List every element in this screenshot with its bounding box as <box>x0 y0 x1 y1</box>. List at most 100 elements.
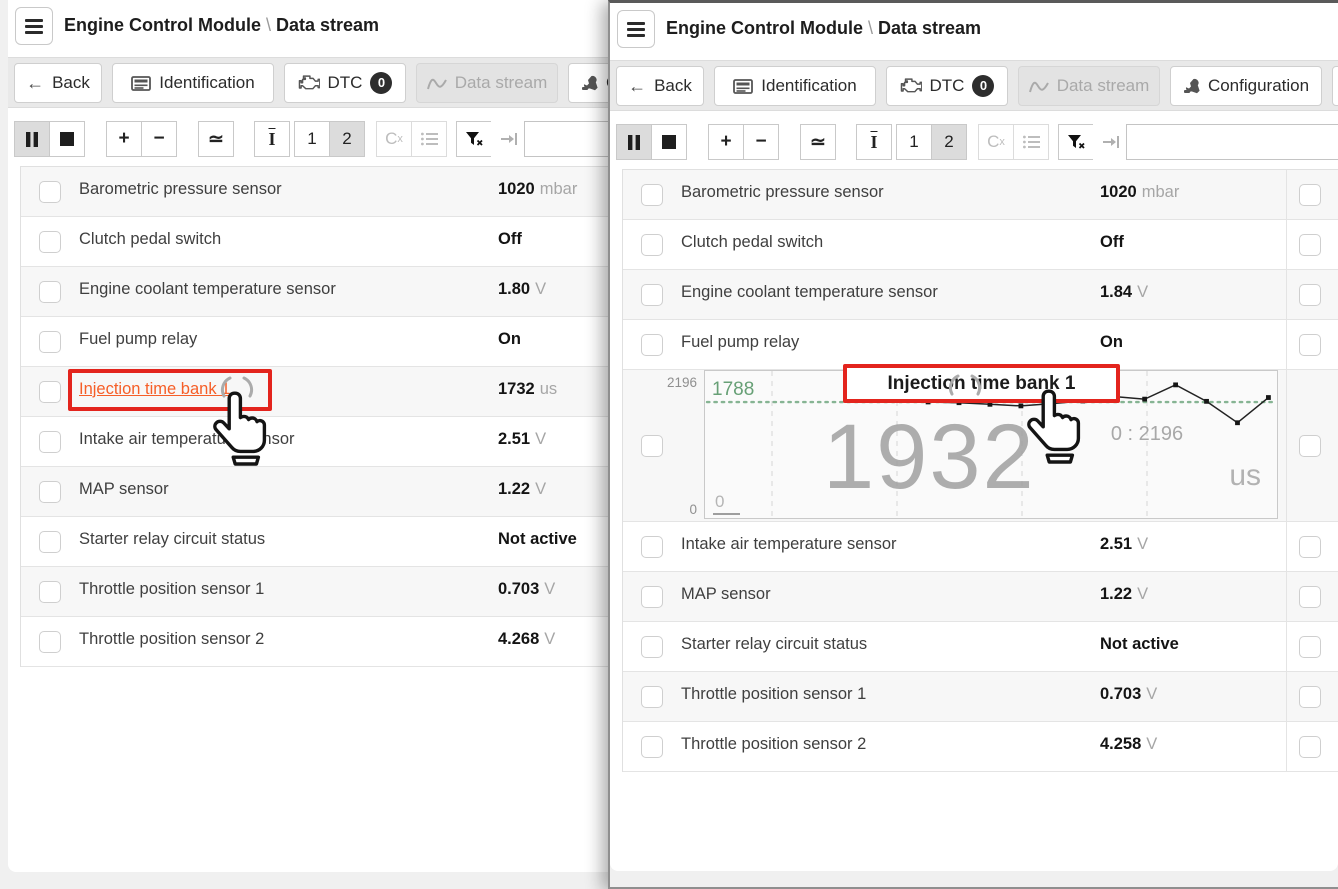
breadcrumb-separator: \ <box>863 18 878 38</box>
minmax-button[interactable]: ≃ <box>800 124 836 160</box>
tab-identification[interactable]: Identification <box>714 66 876 106</box>
row-checkbox[interactable] <box>641 536 663 558</box>
parameter-name[interactable]: MAP sensor <box>79 480 169 499</box>
inline-chart[interactable]: 1788019320 : 2196us <box>704 370 1278 519</box>
tab-next-partial[interactable] <box>1332 66 1338 106</box>
row-checkbox[interactable] <box>39 231 61 253</box>
select-list-button[interactable] <box>1013 124 1049 160</box>
clear-filter-button[interactable] <box>456 121 492 157</box>
menu-button[interactable] <box>15 7 53 45</box>
row-checkbox[interactable] <box>39 531 61 553</box>
parameter-unit: V <box>1141 685 1157 703</box>
parameter-unit: V <box>539 630 555 648</box>
row-checkbox-secondary[interactable] <box>1299 536 1321 558</box>
row-checkbox[interactable] <box>39 381 61 403</box>
column-divider <box>1286 270 1287 319</box>
parameter-name[interactable]: Engine coolant temperature sensor <box>79 280 336 299</box>
tool-icon <box>1183 78 1200 94</box>
parameter-name[interactable]: Throttle position sensor 2 <box>79 630 264 649</box>
stop-button[interactable] <box>49 121 85 157</box>
tab-data-stream[interactable]: Data stream <box>1018 66 1160 106</box>
row-checkbox[interactable] <box>39 331 61 353</box>
row-checkbox[interactable] <box>39 581 61 603</box>
add-parameter-button[interactable]: + <box>106 121 142 157</box>
tab-configuration[interactable]: Configuration <box>1170 66 1322 106</box>
minmax-button[interactable]: ≃ <box>198 121 234 157</box>
parameter-name[interactable]: Fuel pump relay <box>79 330 197 349</box>
parameter-name[interactable]: Engine coolant temperature sensor <box>681 283 938 302</box>
row-checkbox-secondary[interactable] <box>1299 736 1321 758</box>
arrow-to-bar-icon <box>1102 135 1120 149</box>
back-button[interactable]: ←Back <box>616 66 704 106</box>
parameter-name[interactable]: Fuel pump relay <box>681 333 799 352</box>
row-checkbox-secondary[interactable] <box>1299 234 1321 256</box>
row-checkbox[interactable] <box>641 736 663 758</box>
parameter-name[interactable]: Barometric pressure sensor <box>79 180 282 199</box>
parameter-name[interactable]: Starter relay circuit status <box>681 635 867 654</box>
pause-button[interactable] <box>616 124 652 160</box>
stop-button[interactable] <box>651 124 687 160</box>
back-button[interactable]: ←Back <box>14 63 102 103</box>
row-checkbox[interactable] <box>39 281 61 303</box>
row-checkbox[interactable] <box>39 481 61 503</box>
parameter-value: On <box>1100 333 1123 352</box>
collapse-panel-button[interactable] <box>1093 124 1129 160</box>
tab-strip: ←Back Identification DTC0 Data stream Co… <box>610 60 1338 111</box>
row-checkbox-secondary[interactable] <box>1299 184 1321 206</box>
row-checkbox-secondary[interactable] <box>1299 334 1321 356</box>
clear-filter-button[interactable] <box>1058 124 1094 160</box>
row-checkbox[interactable] <box>641 636 663 658</box>
filter-input[interactable] <box>1126 124 1338 160</box>
parameter-name[interactable]: Clutch pedal switch <box>681 233 823 252</box>
parameter-name[interactable]: Clutch pedal switch <box>79 230 221 249</box>
parameter-name[interactable]: Throttle position sensor 2 <box>681 735 866 754</box>
parameter-name-link[interactable]: Injection time bank 1 <box>79 380 230 399</box>
row-checkbox[interactable] <box>641 234 663 256</box>
autoscale-button[interactable]: I <box>856 124 892 160</box>
tab-dtc[interactable]: DTC0 <box>284 63 406 103</box>
row-checkbox-secondary[interactable] <box>1299 686 1321 708</box>
parameter-row: Throttle position sensor 24.258V <box>623 722 1338 772</box>
parameter-unit: V <box>539 580 555 598</box>
row-checkbox[interactable] <box>641 184 663 206</box>
one-column-button[interactable]: 1 <box>294 121 330 157</box>
tab-data-stream[interactable]: Data stream <box>416 63 558 103</box>
autoscale-button[interactable]: I <box>254 121 290 157</box>
parameter-name[interactable]: Intake air temperature sensor <box>681 535 897 554</box>
clear-selection-button[interactable]: Cx <box>978 124 1014 160</box>
row-checkbox-secondary[interactable] <box>1299 284 1321 306</box>
parameter-row: Clutch pedal switchOff <box>21 217 708 267</box>
row-checkbox[interactable] <box>39 431 61 453</box>
row-checkbox[interactable] <box>39 181 61 203</box>
row-checkbox-secondary[interactable] <box>1299 636 1321 658</box>
remove-parameter-button[interactable]: − <box>141 121 177 157</box>
pause-button[interactable] <box>14 121 50 157</box>
row-checkbox[interactable] <box>641 586 663 608</box>
clear-selection-button[interactable]: Cx <box>376 121 412 157</box>
parameter-value: 2.51V <box>498 430 546 449</box>
tab-identification[interactable]: Identification <box>112 63 274 103</box>
row-checkbox[interactable] <box>641 686 663 708</box>
collapse-panel-button[interactable] <box>491 121 527 157</box>
parameter-name[interactable]: Starter relay circuit status <box>79 530 265 549</box>
row-checkbox[interactable] <box>641 284 663 306</box>
row-checkbox[interactable] <box>39 631 61 653</box>
two-columns-button[interactable]: 2 <box>329 121 365 157</box>
row-checkbox[interactable] <box>641 334 663 356</box>
two-columns-button[interactable]: 2 <box>931 124 967 160</box>
parameter-row: Clutch pedal switchOff <box>623 220 1338 270</box>
parameter-name[interactable]: Barometric pressure sensor <box>681 183 884 202</box>
remove-parameter-button[interactable]: − <box>743 124 779 160</box>
parameter-name[interactable]: Throttle position sensor 1 <box>79 580 264 599</box>
add-parameter-button[interactable]: + <box>708 124 744 160</box>
menu-button[interactable] <box>617 10 655 48</box>
select-list-button[interactable] <box>411 121 447 157</box>
parameter-name[interactable]: MAP sensor <box>681 585 771 604</box>
parameter-value: 1.22V <box>498 480 546 499</box>
one-column-button[interactable]: 1 <box>896 124 932 160</box>
parameter-name[interactable]: Throttle position sensor 1 <box>681 685 866 704</box>
row-checkbox-secondary[interactable] <box>1299 435 1321 457</box>
tab-dtc[interactable]: DTC0 <box>886 66 1008 106</box>
parameter-name[interactable]: Intake air temperature sensor <box>79 430 295 449</box>
row-checkbox-secondary[interactable] <box>1299 586 1321 608</box>
